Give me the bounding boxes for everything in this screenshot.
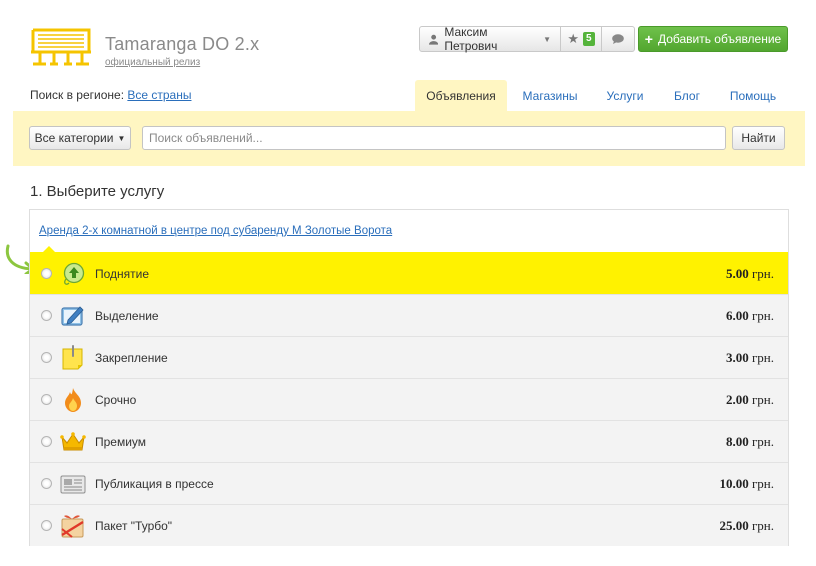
service-price: 3.00 грн. [725, 349, 774, 365]
service-row-urgent[interactable]: Срочно 2.00 грн. [30, 378, 788, 420]
service-radio[interactable] [41, 478, 52, 489]
favorites-count-badge: 5 [583, 32, 595, 46]
service-row-up[interactable]: Поднятие 5.00 грн. [30, 246, 788, 294]
fire-icon [65, 387, 81, 412]
service-price: 5.00 грн. [725, 265, 774, 281]
service-row-highlight[interactable]: Выделение 6.00 грн. [30, 294, 788, 336]
tab-shops[interactable]: Магазины [507, 80, 593, 111]
add-listing-label: Добавить объявление [657, 32, 782, 46]
service-price: 10.00 грн. [719, 475, 774, 491]
category-dropdown[interactable]: Все категории ▼ [29, 126, 131, 150]
services-list: Аренда 2-х комнатной в центре под субаре… [29, 209, 789, 546]
sticky-note-icon [62, 344, 83, 369]
user-icon [429, 34, 439, 45]
crown-icon [60, 431, 86, 450]
service-radio[interactable] [41, 520, 52, 531]
service-price: 25.00 грн. [719, 517, 774, 533]
region-label: Поиск в регионе: [30, 88, 125, 102]
service-radio[interactable] [41, 436, 52, 447]
up-arrow-icon [63, 262, 85, 285]
service-row-turbo[interactable]: Пакет "Турбо" 25.00 грн. [30, 504, 788, 546]
chevron-down-icon: ▼ [543, 34, 551, 44]
pencil-icon [61, 305, 84, 326]
service-price: 8.00 грн. [725, 433, 774, 449]
service-price: 2.00 грн. [725, 391, 774, 407]
newspaper-icon [60, 475, 86, 493]
service-name: Пакет "Турбо" [95, 518, 173, 533]
ad-title-link[interactable]: Аренда 2-х комнатной в центре под субаре… [39, 225, 392, 237]
chat-bubble-icon [612, 34, 624, 44]
logo-icon [31, 28, 91, 66]
search-button[interactable]: Найти [732, 126, 785, 150]
service-row-premium[interactable]: Премиум 8.00 грн. [30, 420, 788, 462]
service-name: Премиум [95, 434, 147, 449]
tab-services[interactable]: Услуги [593, 80, 657, 111]
star-icon: ★ [567, 31, 580, 46]
service-row-pin[interactable]: Закрепление 3.00 грн. [30, 336, 788, 378]
messages-button[interactable] [602, 26, 635, 52]
service-name: Выделение [95, 308, 159, 323]
brand-subtitle-link[interactable]: официальный релиз [105, 57, 259, 68]
turbo-package-icon [61, 514, 84, 538]
main-nav-tabs: Объявления Магазины Услуги Блог Помощь [415, 80, 789, 111]
section-title: 1. Выберите услугу [30, 183, 165, 200]
service-radio[interactable] [41, 394, 52, 405]
tab-listings[interactable]: Объявления [415, 80, 507, 111]
brand-title: Tamaranga DO 2.x [105, 34, 260, 54]
service-name: Закрепление [95, 350, 168, 365]
brand[interactable]: Tamaranga DO 2.x официальный релиз [105, 34, 259, 68]
category-label: Все категории [34, 131, 114, 145]
service-radio[interactable] [41, 352, 52, 363]
service-name: Публикация в прессе [95, 476, 214, 491]
service-name: Срочно [95, 392, 137, 407]
service-name: Поднятие [95, 266, 150, 281]
user-toolbar: Максим Петрович ▼ ★ 5 [419, 25, 635, 53]
tab-help[interactable]: Помощь [717, 80, 789, 111]
user-name: Максим Петрович [444, 25, 498, 53]
region-link[interactable]: Все страны [127, 88, 191, 102]
tab-blog[interactable]: Блог [657, 80, 717, 111]
ad-title-row: Аренда 2-х комнатной в центре под субаре… [30, 210, 788, 252]
plus-icon: + [644, 31, 653, 47]
search-bar: Все категории ▼ Найти [13, 111, 805, 166]
chevron-down-icon: ▼ [117, 133, 126, 143]
service-price: 6.00 грн. [725, 307, 774, 323]
search-input[interactable] [142, 126, 726, 150]
favorites-button[interactable]: ★ 5 [561, 26, 602, 52]
service-radio[interactable] [41, 310, 52, 321]
region-selector: Поиск в регионе: Все страны [30, 88, 191, 102]
service-row-press[interactable]: Публикация в прессе 10.00 грн. [30, 462, 788, 504]
add-listing-button[interactable]: + Добавить объявление [638, 26, 788, 52]
service-radio[interactable] [41, 268, 52, 279]
user-menu-button[interactable]: Максим Петрович ▼ [419, 25, 561, 53]
